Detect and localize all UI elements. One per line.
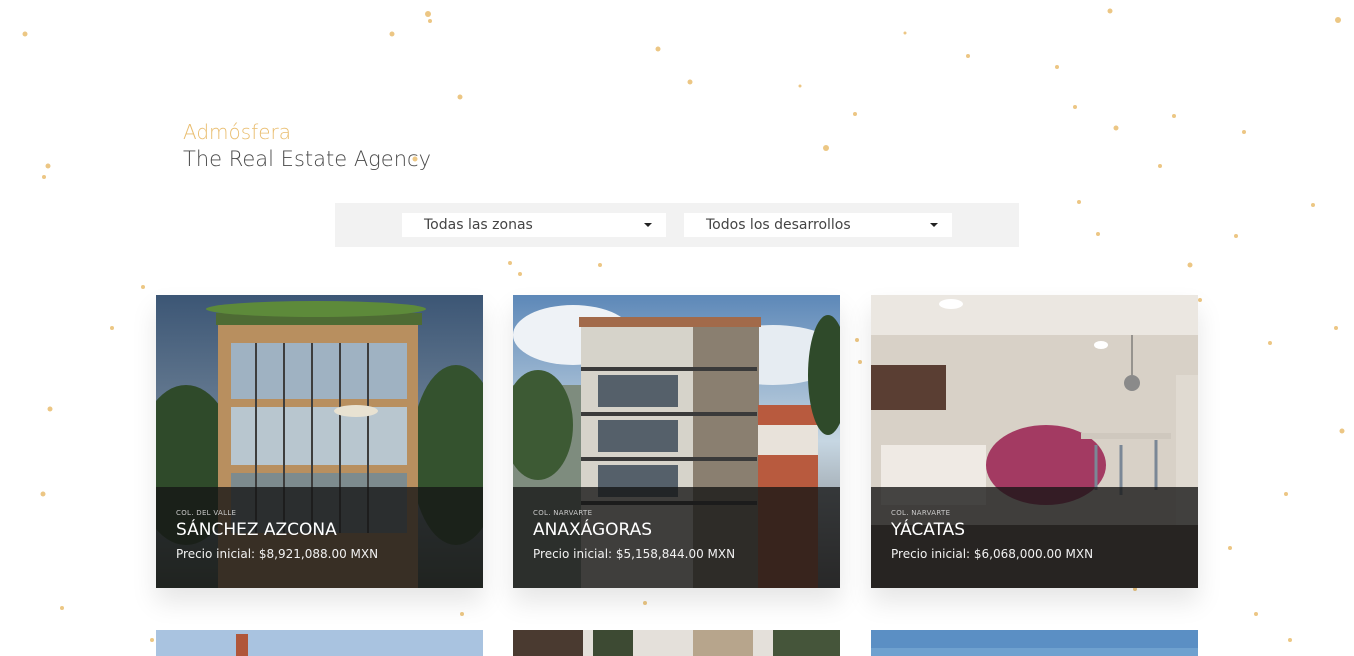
property-area: COL. NARVARTE (891, 509, 951, 517)
zone-select-value: Todas las zonas (424, 217, 533, 233)
property-card-partial[interactable] (513, 630, 840, 656)
property-card[interactable]: COL. DEL VALLE SÁNCHEZ AZCONA Precio ini… (156, 295, 483, 588)
chevron-down-icon (644, 223, 652, 227)
card-info-overlay: COL. DEL VALLE SÁNCHEZ AZCONA Precio ini… (156, 487, 483, 588)
property-image (513, 630, 840, 656)
property-price: Precio inicial: $5,158,844.00 MXN (533, 547, 736, 561)
property-card[interactable]: COL. NARVARTE ANAXÁGORAS Precio inicial:… (513, 295, 840, 588)
property-name[interactable]: ANAXÁGORAS (533, 519, 652, 541)
property-card[interactable]: COL. NARVARTE YÁCATAS Precio inicial: $6… (871, 295, 1198, 588)
brand-block[interactable]: Admósfera The Real Estate Agency (183, 119, 431, 173)
property-image (871, 630, 1198, 656)
chevron-down-icon (930, 223, 938, 227)
zone-select[interactable]: Todas las zonas (402, 213, 666, 237)
property-price: Precio inicial: $6,068,000.00 MXN (891, 547, 1094, 561)
property-name[interactable]: YÁCATAS (891, 519, 965, 541)
property-price: Precio inicial: $8,921,088.00 MXN (176, 547, 379, 561)
development-select[interactable]: Todos los desarrollos (684, 213, 952, 237)
filter-bar: Todas las zonas Todos los desarrollos (335, 203, 1019, 247)
property-card-partial[interactable] (156, 630, 483, 656)
development-select-value: Todos los desarrollos (706, 217, 851, 233)
brand-tagline: The Real Estate Agency (183, 147, 431, 171)
property-name[interactable]: SÁNCHEZ AZCONA (176, 519, 337, 541)
card-info-overlay: COL. NARVARTE ANAXÁGORAS Precio inicial:… (513, 487, 840, 588)
property-area: COL. DEL VALLE (176, 509, 237, 517)
brand-name[interactable]: Admósfera (183, 119, 431, 145)
property-area: COL. NARVARTE (533, 509, 593, 517)
card-info-overlay: COL. NARVARTE YÁCATAS Precio inicial: $6… (871, 487, 1198, 588)
property-card-partial[interactable] (871, 630, 1198, 656)
page: Admósfera The Real Estate Agency Todas l… (0, 0, 1354, 656)
property-image (156, 630, 483, 656)
